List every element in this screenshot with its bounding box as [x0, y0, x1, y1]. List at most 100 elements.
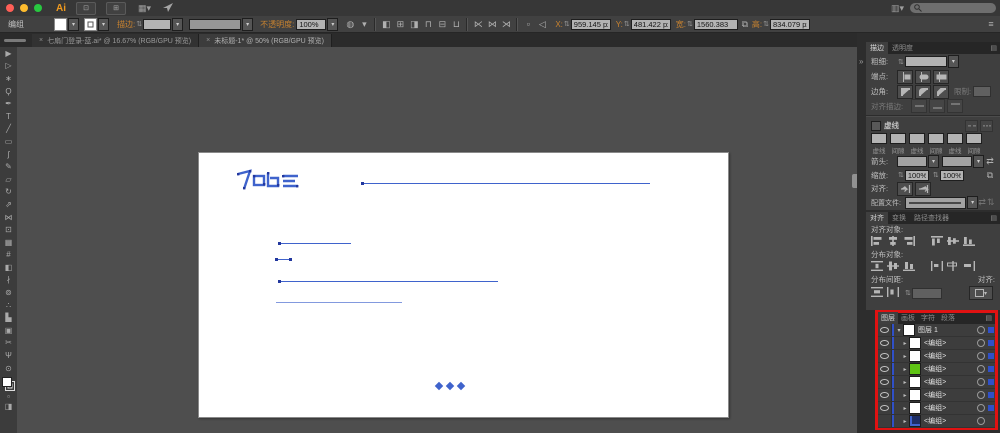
anchor-point[interactable] — [289, 258, 292, 261]
align-h-center-icon[interactable]: ⊞ — [393, 18, 407, 31]
tool-rectangle-icon[interactable]: ▭ — [1, 135, 16, 148]
weight-dropdown-icon[interactable]: ▾ — [947, 55, 959, 68]
style-picker-icon[interactable]: ◍ — [343, 18, 357, 31]
tool-line-segment-icon[interactable]: ╱ — [1, 123, 16, 136]
visibility-toggle[interactable] — [878, 389, 892, 401]
align-left-button[interactable] — [871, 236, 883, 248]
tab-align[interactable]: 对齐 — [866, 212, 888, 224]
layer-row[interactable]: ▸ <编组> — [878, 363, 995, 376]
bridge-button[interactable]: ⊡ — [76, 1, 96, 15]
style-options-icon[interactable]: ▾ — [357, 18, 371, 31]
change-screen-mode-icon[interactable]: ◨ — [1, 401, 16, 411]
arrow-start-field[interactable] — [897, 155, 927, 167]
stroke-dropdown-icon[interactable]: ▾ — [98, 17, 109, 31]
tool-blend-icon[interactable]: ⊚ — [1, 286, 16, 299]
panel-menu-icon[interactable]: ▤ — [990, 44, 997, 52]
anchor-point[interactable] — [278, 242, 281, 245]
canvas[interactable] — [17, 47, 859, 433]
distribute-v-center-button[interactable] — [887, 261, 899, 273]
dashed-line-checkbox[interactable] — [871, 120, 881, 131]
arrange-documents-button[interactable]: ⊞ — [106, 1, 126, 15]
visibility-toggle[interactable] — [878, 402, 892, 414]
arrow-end-dropdown-icon[interactable]: ▾ — [973, 154, 984, 168]
projecting-cap-button[interactable] — [933, 69, 949, 84]
target-circle-icon[interactable] — [977, 339, 985, 347]
layer-label[interactable]: <编组> — [924, 338, 977, 348]
document-tab-2[interactable]: × 未标题-1* @ 50% (RGB/GPU 预览) — [199, 34, 333, 47]
target-circle-icon[interactable] — [977, 417, 985, 425]
layer-row[interactable]: ▸ <编组> — [878, 376, 995, 389]
align-to-dropdown[interactable]: ▾ — [969, 286, 993, 300]
line-artwork-4[interactable] — [279, 281, 498, 282]
x-stepper[interactable]: ⇅ — [564, 20, 570, 28]
tool-slice-icon[interactable]: ✂ — [1, 337, 16, 350]
tool-eraser-icon[interactable]: ▱ — [1, 173, 16, 186]
workspace-switcher[interactable]: ▥▾ — [891, 3, 904, 14]
expand-arrow-icon[interactable]: ▸ — [901, 353, 909, 360]
target-circle-icon[interactable] — [977, 365, 985, 373]
selection-square[interactable] — [988, 366, 994, 372]
butt-cap-button[interactable] — [897, 69, 913, 84]
constrain-proportions-icon[interactable]: ⧉ — [738, 18, 752, 31]
expand-arrow-icon[interactable]: ▸ — [901, 340, 909, 347]
layer-row[interactable]: ▸ <编组> — [878, 415, 995, 428]
tool-scale-icon[interactable]: ⇗ — [1, 198, 16, 211]
minimize-window-button[interactable] — [20, 4, 28, 12]
visibility-toggle[interactable] — [878, 415, 892, 427]
tool-type-icon[interactable]: T — [1, 110, 16, 123]
tool-symbol-sprayer-icon[interactable]: ∴ — [1, 299, 16, 312]
tool-pen-icon[interactable]: ✒ — [1, 97, 16, 110]
logo-artwork[interactable] — [236, 167, 302, 193]
close-tab-icon[interactable]: × — [39, 37, 43, 44]
layer-thumbnail[interactable] — [909, 376, 921, 388]
tool-pencil-icon[interactable]: ✎ — [1, 160, 16, 173]
tool-selection-icon[interactable]: ▶ — [1, 47, 16, 60]
align-v-center-button[interactable] — [947, 236, 959, 248]
fill-color-swatch[interactable] — [54, 17, 67, 31]
round-cap-button[interactable] — [915, 69, 931, 84]
align-stroke-outside-button[interactable] — [947, 99, 963, 113]
visibility-toggle[interactable] — [878, 376, 892, 388]
controlbar-menu-icon[interactable]: ≡ — [984, 18, 998, 31]
line-artwork-5[interactable] — [276, 302, 402, 303]
fill-swatch-indicator[interactable] — [2, 377, 12, 388]
expand-arrow-icon[interactable]: ▸ — [901, 379, 909, 386]
brush-definition-dropdown-icon[interactable]: ▾ — [242, 17, 254, 31]
swap-arrowheads-icon[interactable]: ⇄ — [985, 155, 995, 168]
align-bottom-icon[interactable]: ⊔ — [449, 18, 463, 31]
align-right-button[interactable] — [903, 236, 915, 248]
align-bottom-button[interactable] — [963, 236, 975, 248]
panel-menu-icon[interactable]: ▤ — [990, 214, 997, 222]
selection-square[interactable] — [988, 327, 994, 333]
tool-free-transform-icon[interactable]: ⊡ — [1, 223, 16, 236]
layer-row[interactable]: ▸ <编组> — [878, 402, 995, 415]
layer-row[interactable]: ▸ <编组> — [878, 350, 995, 363]
align-left-icon[interactable]: ◧ — [379, 18, 393, 31]
layer-thumbnail[interactable] — [903, 324, 915, 336]
flip-across-icon[interactable]: ⇅ — [986, 196, 995, 209]
distribute-h-space-button[interactable] — [887, 287, 899, 299]
align-top-button[interactable] — [931, 236, 943, 248]
tool-zoom-icon[interactable]: ⊙ — [1, 362, 16, 375]
layer-row[interactable]: ▸ <编组> — [878, 337, 995, 350]
distribute-v-space-button[interactable] — [871, 287, 883, 299]
round-join-button[interactable] — [915, 84, 931, 99]
tool-direct-selection-icon[interactable]: ▷ — [1, 60, 16, 73]
align-stroke-center-button[interactable] — [911, 99, 927, 113]
stroke-link[interactable]: 描边: — [117, 19, 135, 30]
collapse-panels-icon[interactable]: » — [859, 57, 863, 66]
search-field[interactable] — [910, 3, 996, 13]
layer-thumbnail[interactable] — [909, 337, 921, 349]
bounding-box-icon[interactable]: ▫ — [521, 18, 535, 31]
scale-start-stepper[interactable]: ⇅ — [898, 171, 904, 179]
layer-thumbnail[interactable] — [909, 389, 921, 401]
line-artwork-1[interactable] — [362, 183, 650, 184]
distribute-bottom-button[interactable] — [903, 261, 915, 273]
layer-thumbnail[interactable] — [909, 363, 921, 375]
tool-lasso-icon[interactable]: Ϙ — [1, 85, 16, 98]
align-arrow-tip-button[interactable] — [897, 181, 913, 196]
align-h-center-button[interactable] — [887, 236, 899, 248]
stroke-weight-stepper[interactable]: ⇅ — [136, 20, 142, 28]
visibility-toggle[interactable] — [878, 363, 892, 375]
scale-start-field[interactable] — [904, 169, 929, 181]
